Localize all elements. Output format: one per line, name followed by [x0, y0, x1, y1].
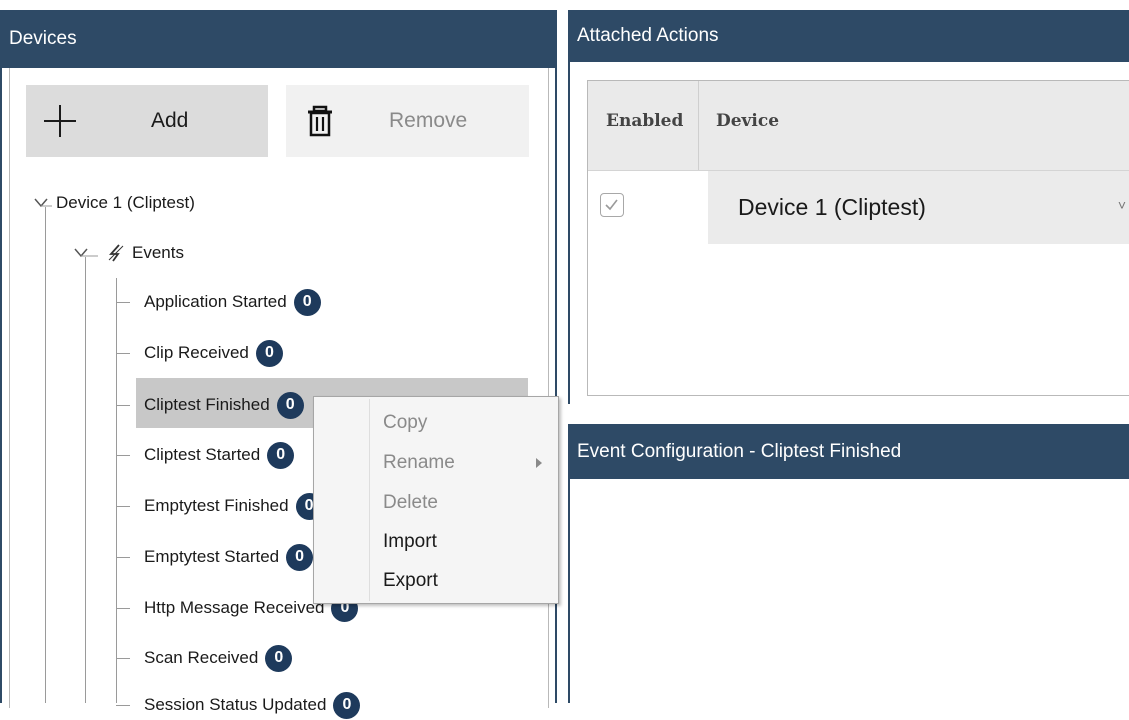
device-select-value: Device 1 (Cliptest) [738, 194, 926, 220]
menu-item-import[interactable]: Import [383, 524, 437, 560]
tree-branch-line [116, 505, 130, 507]
tree-line [85, 257, 86, 703]
tree-branch-line [116, 404, 130, 406]
event-count-badge: 0 [293, 288, 321, 316]
check-icon [605, 199, 618, 211]
tree-branch-line [116, 352, 130, 354]
tree-branch-line [116, 704, 130, 706]
event-count-badge: 0 [286, 543, 314, 571]
tree-event-item[interactable]: Clip Received 0 [116, 338, 283, 368]
menu-item-delete[interactable]: Delete [383, 485, 438, 521]
event-label: Clip Received [144, 343, 249, 362]
actions-grid: Enabled Device Device 1 (Cliptest) ˅ [587, 80, 1129, 396]
chevron-down-icon[interactable] [72, 245, 102, 261]
chevron-down-icon: ˅ [1117, 197, 1126, 213]
event-count-badge: 0 [333, 691, 361, 719]
remove-button[interactable]: Remove [286, 85, 529, 157]
device-select[interactable]: Device 1 (Cliptest) ˅ [708, 171, 1129, 244]
lightning-icon [108, 244, 124, 262]
column-separator[interactable] [698, 81, 699, 170]
tree-branch-line [116, 657, 130, 659]
grid-header: Enabled Device [588, 81, 1129, 171]
event-label: Application Started [144, 292, 287, 311]
tree-event-item[interactable]: Emptytest Started 0 [116, 542, 314, 572]
tree-branch-line [116, 454, 130, 456]
tree-branch-line [116, 556, 130, 558]
tree-event-item[interactable]: Emptytest Finished 0 [116, 491, 323, 521]
event-label: Emptytest Finished [144, 496, 289, 515]
remove-button-label: Remove [389, 109, 468, 132]
devices-panel-title: Devices [2, 10, 555, 68]
column-header-device[interactable]: Device [716, 111, 779, 131]
event-label: Cliptest Started [144, 445, 261, 464]
menu-item-rename[interactable]: Rename [383, 445, 455, 481]
menu-gutter [369, 399, 370, 601]
chevron-down-icon[interactable] [32, 195, 54, 211]
event-label: Http Message Received [144, 598, 325, 617]
attached-actions-title: Attached Actions [570, 10, 1129, 62]
submenu-arrow-icon [536, 458, 542, 468]
tree-device-node[interactable]: Device 1 (Cliptest) [32, 188, 195, 218]
add-button[interactable]: Add [26, 85, 268, 157]
menu-item-copy[interactable]: Copy [383, 405, 427, 441]
tree-branch-line [116, 607, 130, 609]
event-configuration-panel: Event Configuration - Cliptest Finished [568, 424, 1129, 703]
event-label: Cliptest Finished [144, 395, 270, 414]
event-label: Session Status Updated [144, 695, 327, 714]
tree-line [45, 207, 46, 703]
column-header-enabled[interactable]: Enabled [606, 111, 683, 131]
trash-icon [308, 105, 332, 137]
event-label: Scan Received [144, 648, 259, 667]
tree-event-item[interactable]: Scan Received 0 [116, 643, 293, 673]
tree-event-item-selected[interactable]: Cliptest Finished 0 [116, 390, 304, 420]
plus-icon [44, 105, 76, 137]
event-label: Emptytest Started [144, 547, 280, 566]
tree-event-item[interactable]: Application Started 0 [116, 287, 321, 317]
context-menu: Copy Rename Delete Import Export [313, 396, 559, 604]
event-count-badge: 0 [267, 441, 295, 469]
event-count-badge: 0 [276, 391, 304, 419]
menu-item-export[interactable]: Export [383, 563, 438, 599]
tree-branch-line [116, 301, 130, 303]
enabled-checkbox[interactable] [600, 193, 624, 217]
tree-events-node[interactable]: Events [72, 238, 184, 268]
attached-actions-panel: Attached Actions Enabled Device Device 1… [568, 10, 1129, 404]
event-configuration-title: Event Configuration - Cliptest Finished [570, 424, 1129, 479]
tree-event-item[interactable]: Session Status Updated 0 [116, 690, 361, 720]
tree-event-item[interactable]: Cliptest Started 0 [116, 440, 295, 470]
device-node-label: Device 1 (Cliptest) [56, 193, 195, 212]
event-count-badge: 0 [265, 644, 293, 672]
add-button-label: Add [151, 109, 189, 132]
event-count-badge: 0 [255, 339, 283, 367]
events-node-label: Events [132, 243, 184, 262]
